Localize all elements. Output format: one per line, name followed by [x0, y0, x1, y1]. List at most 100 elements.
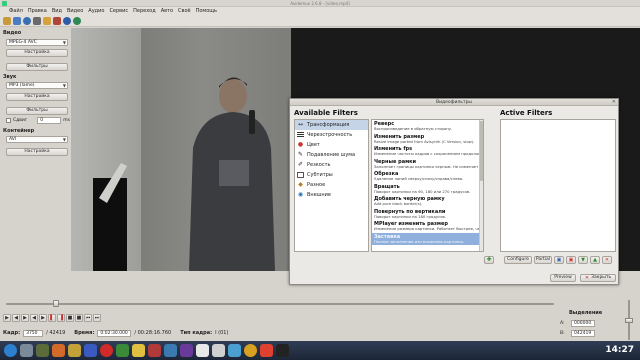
timeline[interactable] [0, 297, 569, 310]
taskbar-app-icon[interactable] [244, 344, 257, 357]
remove-icon[interactable]: ▣ [566, 256, 576, 264]
close-icon[interactable]: ✕ [612, 100, 616, 105]
category-sharpness[interactable]: ✐ Резкость [295, 160, 368, 170]
menu-audio[interactable]: Аудио [88, 8, 104, 14]
taskbar-app-icon[interactable] [100, 344, 113, 357]
taskbar-app-icon[interactable] [132, 344, 145, 357]
taskbar-app-icon[interactable] [20, 344, 33, 357]
timeline-handle[interactable] [53, 300, 59, 307]
marker-a-icon[interactable]: ▌ [48, 314, 56, 322]
preview-icon[interactable] [63, 16, 71, 25]
open-icon[interactable] [3, 16, 11, 25]
taskbar-app-icon[interactable] [276, 344, 289, 357]
menu-video[interactable]: Видео [67, 8, 83, 14]
filter-item[interactable]: Вращать Поворот картинки на 90, 180 или 2… [372, 183, 483, 196]
time-input[interactable]: 0:02:30.000 [97, 329, 132, 337]
taskbar-app-icon[interactable] [164, 344, 177, 357]
forward-icon[interactable]: ▶ [21, 314, 29, 322]
menu-custom[interactable]: Своё [178, 8, 191, 14]
rewind-icon[interactable]: ◀ [12, 314, 20, 322]
taskbar-app-icon[interactable] [260, 344, 273, 357]
prev-keyframe-icon[interactable]: ◀ [30, 314, 38, 322]
copy-icon[interactable]: ▣ [554, 256, 564, 264]
next-keyframe-icon[interactable]: ▶ [39, 314, 47, 322]
menu-go[interactable]: Переход [133, 8, 156, 14]
delete-icon[interactable]: ✕ [602, 256, 612, 264]
marker-b-icon[interactable]: ▐ [57, 314, 65, 322]
shift-checkbox[interactable] [6, 118, 11, 123]
play-icon[interactable]: ▶ [3, 314, 11, 322]
filter-item[interactable]: Изменить fps Изменение частоты кадров с с… [372, 145, 483, 158]
partial-button[interactable]: Partial [534, 256, 552, 264]
timeline-track[interactable] [6, 303, 554, 305]
filter-item[interactable]: Черные рамки Заполняет границы картинки ч… [372, 158, 483, 171]
audio-filters-button[interactable]: Фильтры [6, 107, 68, 115]
taskbar-app-icon[interactable] [52, 344, 65, 357]
filter-item[interactable]: Добавить черную рамку Add pure black bord… [372, 195, 483, 208]
filter-item[interactable]: Реверс Воспроизведение в обратную сторону… [372, 120, 483, 133]
marker-b-value[interactable]: 042419 [571, 330, 595, 337]
filter-item[interactable]: Повернуть по вертикали Поворот картинки н… [372, 208, 483, 221]
menu-tools[interactable]: Сервис [109, 8, 128, 14]
sharpness-icon: ✐ [297, 161, 304, 168]
filter-list-scrollbar[interactable] [479, 120, 483, 251]
calc-icon[interactable] [33, 16, 41, 25]
menu-auto[interactable]: Авто [161, 8, 173, 14]
category-color[interactable]: ● Цвет [295, 140, 368, 150]
filter-item-selected[interactable]: Заставка Полное заполнение изо вложения к… [372, 232, 483, 245]
taskbar-app-icon[interactable] [228, 344, 241, 357]
taskbar-app-icon[interactable] [148, 344, 161, 357]
marker-a-value[interactable]: 000000 [571, 320, 595, 327]
category-external[interactable]: ◉ Внешние [295, 190, 368, 200]
configure-button[interactable]: Configure [504, 256, 532, 264]
frame-input[interactable]: 3750 [23, 329, 44, 337]
shift-input[interactable]: 0 [37, 117, 62, 124]
filter-item[interactable]: Обрезка Удаление линий сверху/снизу/справ… [372, 170, 483, 183]
arrow-up-icon[interactable]: ▲ [590, 256, 600, 264]
category-subtitles[interactable]: Субтитры [295, 170, 368, 180]
menu-help[interactable]: Помощь [196, 8, 217, 14]
taskbar-app-icon[interactable] [84, 344, 97, 357]
taskbar-app-icon[interactable] [180, 344, 193, 357]
video-configure-button[interactable]: Настройка [6, 49, 68, 57]
scrollbar-thumb[interactable] [480, 121, 483, 181]
video-filters-button[interactable]: Фильтры [6, 63, 68, 71]
js-icon[interactable] [53, 16, 61, 25]
python-icon[interactable] [43, 16, 51, 25]
audio-configure-button[interactable]: Настройка [6, 93, 68, 101]
goto-end-icon[interactable]: ⏭ [93, 314, 101, 322]
info-icon[interactable] [23, 16, 31, 25]
start-menu-icon[interactable] [4, 344, 17, 357]
taskbar-app-icon[interactable] [196, 344, 209, 357]
category-misc[interactable]: ◆ Разное [295, 180, 368, 190]
next-black-icon[interactable]: ■ [75, 314, 83, 322]
audio-codec-select[interactable]: MP3 (lame) ▼ [6, 82, 68, 89]
taskbar-app-icon[interactable] [116, 344, 129, 357]
preview-button[interactable]: Preview [550, 274, 576, 282]
filter-item[interactable]: Изменить размер Resize image ported from … [372, 133, 483, 146]
menu-view[interactable]: Вид [52, 8, 62, 14]
active-filter-list[interactable] [500, 119, 616, 252]
container-configure-button[interactable]: Настройка [6, 148, 68, 156]
category-denoise[interactable]: ✎ Подавление шума [295, 150, 368, 160]
prev-black-icon[interactable]: ■ [66, 314, 74, 322]
taskbar-app-icon[interactable] [212, 344, 225, 357]
volume-slider[interactable] [625, 300, 633, 340]
close-button[interactable]: ✕ Закрыть [580, 274, 616, 282]
goto-start-icon[interactable]: ⏮ [84, 314, 92, 322]
arrow-down-icon[interactable]: ▼ [578, 256, 588, 264]
taskbar-app-icon[interactable] [68, 344, 81, 357]
filter-item[interactable]: MPlayer изменить размер Изменение размера… [372, 220, 483, 233]
output-icon[interactable] [73, 16, 81, 25]
taskbar-app-icon[interactable] [36, 344, 49, 357]
category-interlace[interactable]: Черезстрочность [295, 130, 368, 140]
save-icon[interactable] [13, 16, 21, 25]
menu-file[interactable]: Файл [9, 8, 23, 14]
menu-edit[interactable]: Правка [28, 8, 47, 14]
add-filter-button[interactable]: ✚ [484, 256, 494, 264]
volume-handle[interactable] [625, 318, 633, 323]
container-select[interactable]: AVI ▼ [6, 136, 68, 143]
category-transform[interactable]: ↔ Трансформация [295, 120, 368, 130]
selection-b-row: B: 042419 [560, 330, 595, 337]
video-codec-select[interactable]: MPEG-4 AVC ▼ [6, 39, 68, 46]
